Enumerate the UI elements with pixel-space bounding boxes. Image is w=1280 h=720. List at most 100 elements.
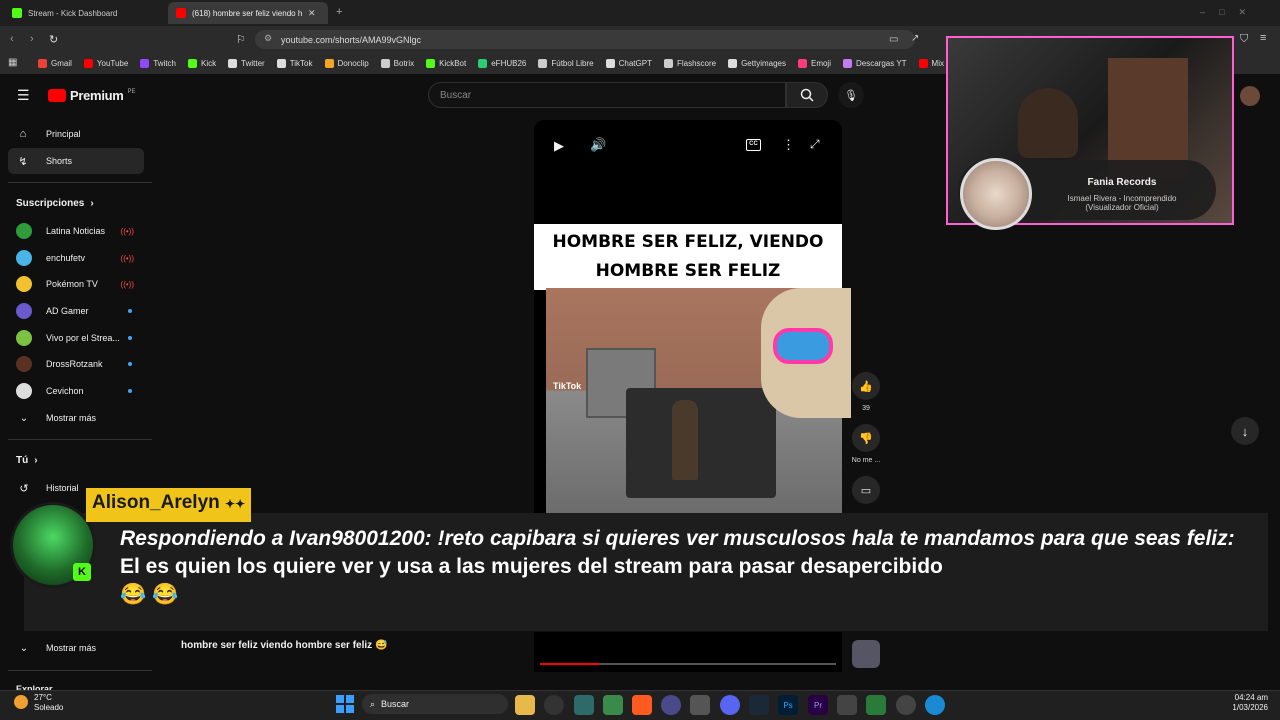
premiere-icon[interactable]: Pr xyxy=(808,695,828,715)
calculator-icon[interactable] xyxy=(690,695,710,715)
sound-thumbnail[interactable] xyxy=(852,640,880,668)
site-info-icon[interactable]: ⚙ xyxy=(264,33,272,44)
chevron-down-icon: ⌄ xyxy=(19,642,29,654)
sunglasses-shape xyxy=(773,328,833,364)
comments-button[interactable]: ▭ xyxy=(852,476,880,504)
kick-icon xyxy=(12,8,22,18)
photoshop-icon[interactable]: Ps xyxy=(778,695,798,715)
hamburger-menu-icon[interactable]: ☰ xyxy=(17,87,30,104)
app-icon[interactable] xyxy=(574,695,594,715)
menu-icon[interactable]: ≡ xyxy=(1260,32,1266,44)
bookmark-emoji[interactable]: Emoji xyxy=(797,58,831,68)
sidebar-item-shorts[interactable]: ↯ Shorts xyxy=(8,148,144,174)
bookmark-tiktok[interactable]: TikTok xyxy=(276,58,313,68)
sidebar-sub-ad-gamer[interactable]: AD Gamer xyxy=(8,298,144,324)
bookmark-youtube[interactable]: YouTube xyxy=(83,58,128,68)
bookmark-twitter[interactable]: Twitter xyxy=(228,58,265,68)
bookmark-kick[interactable]: Kick xyxy=(188,58,216,68)
sidebar-sub-drossrotzank[interactable]: DrossRotzank xyxy=(8,351,144,377)
dislike-button[interactable]: 👎 xyxy=(852,424,880,452)
shield-icon[interactable]: ⛉ xyxy=(1240,33,1248,46)
tab-youtube-short[interactable]: (618) hombre ser feliz viendo ho ✕ xyxy=(168,2,328,24)
player-bottom xyxy=(534,632,842,672)
channel-avatar xyxy=(16,276,32,292)
forward-icon[interactable]: › xyxy=(30,33,34,45)
volume-icon[interactable]: 🔊 xyxy=(590,137,606,153)
voice-search-button[interactable]: 🎙 xyxy=(838,82,864,108)
sidebar-divider xyxy=(8,182,152,183)
bookmark-gmail[interactable]: Gmail xyxy=(38,58,72,68)
you-header[interactable]: Tú › xyxy=(16,455,38,466)
bookmark-chatgpt[interactable]: ChatGPT xyxy=(605,58,652,68)
system-clock[interactable]: 04:24 am 1/03/2026 xyxy=(1222,693,1268,713)
notepad-icon[interactable] xyxy=(866,695,886,715)
back-icon[interactable]: ‹ xyxy=(10,33,14,45)
new-tab-button[interactable]: + xyxy=(336,6,342,18)
app-icon[interactable] xyxy=(661,695,681,715)
bookmark-descargas-yt[interactable]: Descargas YT xyxy=(843,58,907,68)
show-more-subs-button[interactable]: ⌄ Mostrar más xyxy=(8,405,144,431)
x-icon xyxy=(228,58,238,68)
live-icon: ((•)) xyxy=(120,253,134,263)
chat-user-avatar: K xyxy=(10,502,96,588)
url-input[interactable]: ⚙ youtube.com/shorts/AMA99vGNlgc xyxy=(255,30,915,49)
file-explorer-icon[interactable] xyxy=(515,695,535,715)
channel-avatar xyxy=(16,223,32,239)
sidebar-sub-vivo-por-el-stream[interactable]: Vivo por el Strea... xyxy=(8,325,144,351)
more-options-icon[interactable]: ⋮ xyxy=(782,137,795,153)
sidebar-sub-cevichon[interactable]: Cevichon xyxy=(8,378,144,404)
short-title[interactable]: hombre ser feliz viendo hombre ser feliz… xyxy=(181,640,387,651)
search-button[interactable] xyxy=(786,82,828,108)
fullscreen-icon[interactable]: ⤢ xyxy=(810,137,820,152)
close-tab-icon[interactable]: ✕ xyxy=(308,8,316,19)
bookmark-kickbot[interactable]: KickBot xyxy=(426,58,466,68)
apps-grid-icon[interactable]: ▦ xyxy=(8,57,17,68)
sidebar-sub-pokemon-tv[interactable]: Pokémon TV ((•)) xyxy=(8,271,144,297)
taskbar-search[interactable]: ⌕ Buscar xyxy=(362,694,508,714)
bookmark-botrix[interactable]: Botrix xyxy=(380,58,414,68)
play-icon[interactable]: ▶ xyxy=(554,138,564,154)
bookmark-efhub26[interactable]: eFHUB26 xyxy=(478,58,526,68)
tab-kick-dashboard[interactable]: Stream - Kick Dashboard xyxy=(4,2,166,24)
obs-icon[interactable] xyxy=(544,695,564,715)
cast-icon[interactable]: ▭ xyxy=(889,34,898,45)
bookmark-twitch[interactable]: Twitch xyxy=(140,58,176,68)
new-content-dot xyxy=(128,309,132,313)
media-player-icon[interactable] xyxy=(896,695,916,715)
capybara-shape xyxy=(761,288,851,418)
gettyimages-icon xyxy=(728,58,738,68)
youtube-icon xyxy=(83,58,93,68)
bookmark-futbol-libre[interactable]: Fútbol Libre xyxy=(538,58,594,68)
steam-icon[interactable] xyxy=(749,695,769,715)
captions-icon[interactable]: CC xyxy=(746,139,761,151)
video-frame xyxy=(546,288,851,513)
show-more-you-button[interactable]: ⌄ Mostrar más xyxy=(8,635,144,661)
explore-header[interactable]: Explorar xyxy=(16,681,53,690)
bookmark-flashscore[interactable]: Flashscore xyxy=(663,58,716,68)
progress-track[interactable] xyxy=(540,663,836,665)
next-short-button[interactable]: ↓ xyxy=(1231,417,1259,445)
bookmark-donoclip[interactable]: Donoclip xyxy=(324,58,369,68)
settings-icon[interactable] xyxy=(837,695,857,715)
weather-icon xyxy=(14,695,28,709)
tab-title: Stream - Kick Dashboard xyxy=(28,8,118,18)
app-icon[interactable] xyxy=(603,695,623,715)
search-input[interactable]: Buscar xyxy=(428,82,786,108)
reload-icon[interactable]: ↻ xyxy=(49,33,58,46)
share-icon[interactable]: ↗ xyxy=(911,33,919,44)
subscriptions-header[interactable]: Suscripciones › xyxy=(16,198,94,209)
discord-icon[interactable] xyxy=(720,695,740,715)
youtube-premium-logo[interactable]: Premium PE xyxy=(48,88,136,103)
sidebar-sub-enchufetv[interactable]: enchufetv ((•)) xyxy=(8,245,144,271)
window-controls[interactable]: –□✕ xyxy=(1200,7,1260,18)
edge-icon[interactable] xyxy=(925,695,945,715)
bookmark-icon[interactable]: ⚐ xyxy=(236,33,246,46)
like-button[interactable]: 👍 xyxy=(852,372,880,400)
sidebar-sub-latina-noticias[interactable]: Latina Noticias ((•)) xyxy=(8,218,144,244)
bookmark-gettyimages[interactable]: Gettyimages xyxy=(728,58,786,68)
sidebar-item-principal[interactable]: ⌂ Principal xyxy=(8,121,144,147)
brave-icon[interactable] xyxy=(632,695,652,715)
weather-widget[interactable]: 27°C Soleado xyxy=(34,693,63,713)
windows-start-icon[interactable] xyxy=(336,695,354,713)
account-avatar[interactable] xyxy=(1240,86,1260,106)
